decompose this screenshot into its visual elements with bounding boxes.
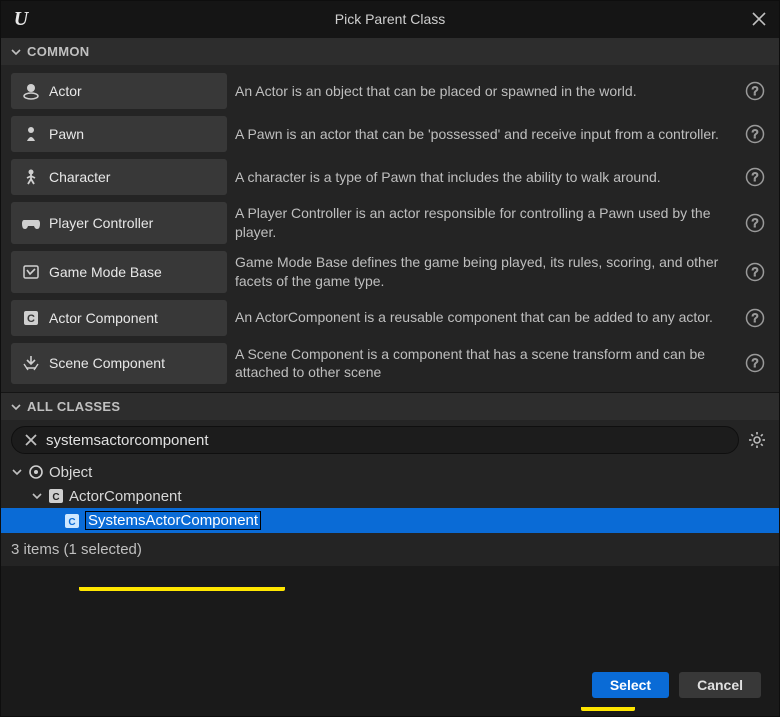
component-icon: C xyxy=(47,487,65,505)
class-tree: Object C ActorComponent C SystemsActorCo… xyxy=(1,458,779,537)
object-icon xyxy=(27,463,45,481)
character-icon xyxy=(21,167,41,187)
chevron-down-icon xyxy=(11,402,21,412)
component-icon: C xyxy=(63,512,81,530)
select-button[interactable]: Select xyxy=(592,672,669,698)
dialog-title: Pick Parent Class xyxy=(1,11,779,27)
help-button[interactable]: ? xyxy=(741,343,769,385)
actor-icon xyxy=(21,81,41,101)
class-row-actor-component: C Actor Component An ActorComponent is a… xyxy=(11,298,769,338)
help-button[interactable]: ? xyxy=(741,159,769,195)
svg-text:?: ? xyxy=(752,265,759,279)
help-button[interactable]: ? xyxy=(741,300,769,336)
svg-text:C: C xyxy=(52,492,59,503)
class-row-pawn: Pawn A Pawn is an actor that can be 'pos… xyxy=(11,114,769,154)
svg-text:?: ? xyxy=(752,356,759,370)
class-row-actor: Actor An Actor is an object that can be … xyxy=(11,71,769,111)
class-desc-pawn: A Pawn is an actor that can be 'possesse… xyxy=(235,116,733,152)
section-header-all[interactable]: ALL CLASSES xyxy=(1,392,779,420)
help-button[interactable]: ? xyxy=(741,73,769,109)
class-desc-game-mode: Game Mode Base defines the game being pl… xyxy=(235,251,733,293)
class-desc-actor-component: An ActorComponent is a reusable componen… xyxy=(235,300,733,336)
tree-item-object[interactable]: Object xyxy=(1,460,779,484)
component-icon: C xyxy=(21,308,41,328)
common-class-list: Actor An Actor is an object that can be … xyxy=(11,71,769,386)
class-button-scene-component[interactable]: Scene Component xyxy=(11,343,227,385)
svg-text:?: ? xyxy=(752,311,759,325)
class-desc-actor: An Actor is an object that can be placed… xyxy=(235,73,733,109)
help-button[interactable]: ? xyxy=(741,116,769,152)
class-button-actor[interactable]: Actor xyxy=(11,73,227,109)
close-button[interactable] xyxy=(747,7,771,31)
settings-button[interactable] xyxy=(745,428,769,452)
tree-label: SystemsActorComponent xyxy=(85,511,261,530)
search-box[interactable] xyxy=(11,426,739,454)
class-button-character[interactable]: Character xyxy=(11,159,227,195)
section-label-all: ALL CLASSES xyxy=(27,399,120,414)
class-label: Actor xyxy=(49,83,82,99)
tree-item-actor-component[interactable]: C ActorComponent xyxy=(1,484,779,508)
clear-search-button[interactable] xyxy=(22,431,40,449)
svg-text:C: C xyxy=(27,313,35,325)
class-row-scene-component: Scene Component A Scene Component is a c… xyxy=(11,341,769,387)
svg-text:?: ? xyxy=(752,84,759,98)
svg-text:C: C xyxy=(68,517,75,528)
class-label: Actor Component xyxy=(49,310,158,326)
svg-text:?: ? xyxy=(752,127,759,141)
class-row-player-controller: Player Controller A Player Controller is… xyxy=(11,200,769,246)
class-label: Character xyxy=(49,169,110,185)
section-label-common: COMMON xyxy=(27,44,89,59)
class-label: Scene Component xyxy=(49,355,165,371)
class-desc-player-controller: A Player Controller is an actor responsi… xyxy=(235,202,733,244)
class-button-game-mode[interactable]: Game Mode Base xyxy=(11,251,227,293)
svg-text:?: ? xyxy=(752,216,759,230)
cancel-button[interactable]: Cancel xyxy=(679,672,761,698)
class-button-pawn[interactable]: Pawn xyxy=(11,116,227,152)
chevron-down-icon xyxy=(11,467,23,477)
section-header-common[interactable]: COMMON xyxy=(1,37,779,65)
class-desc-scene-component: A Scene Component is a component that ha… xyxy=(235,343,733,385)
scene-icon xyxy=(21,353,41,373)
controller-icon xyxy=(21,213,41,233)
class-label: Player Controller xyxy=(49,215,153,231)
tree-label: Object xyxy=(49,464,92,481)
unreal-logo-icon: U xyxy=(9,7,33,31)
class-desc-character: A character is a type of Pawn that inclu… xyxy=(235,159,733,195)
dialog-footer: Select Cancel xyxy=(1,662,779,716)
search-input[interactable] xyxy=(46,432,728,449)
pawn-icon xyxy=(21,124,41,144)
tree-item-systems-actor-component[interactable]: C SystemsActorComponent xyxy=(1,508,779,533)
help-button[interactable]: ? xyxy=(741,251,769,293)
class-button-player-controller[interactable]: Player Controller xyxy=(11,202,227,244)
class-row-character: Character A character is a type of Pawn … xyxy=(11,157,769,197)
help-button[interactable]: ? xyxy=(741,202,769,244)
class-label: Game Mode Base xyxy=(49,264,162,280)
gamemode-icon xyxy=(21,262,41,282)
tree-label: ActorComponent xyxy=(69,488,182,505)
class-button-actor-component[interactable]: C Actor Component xyxy=(11,300,227,336)
titlebar: U Pick Parent Class xyxy=(1,1,779,37)
class-label: Pawn xyxy=(49,126,84,142)
chevron-down-icon xyxy=(31,491,43,501)
status-text: 3 items (1 selected) xyxy=(1,537,779,566)
class-row-game-mode: Game Mode Base Game Mode Base defines th… xyxy=(11,249,769,295)
svg-text:?: ? xyxy=(752,170,759,184)
chevron-down-icon xyxy=(11,47,21,57)
